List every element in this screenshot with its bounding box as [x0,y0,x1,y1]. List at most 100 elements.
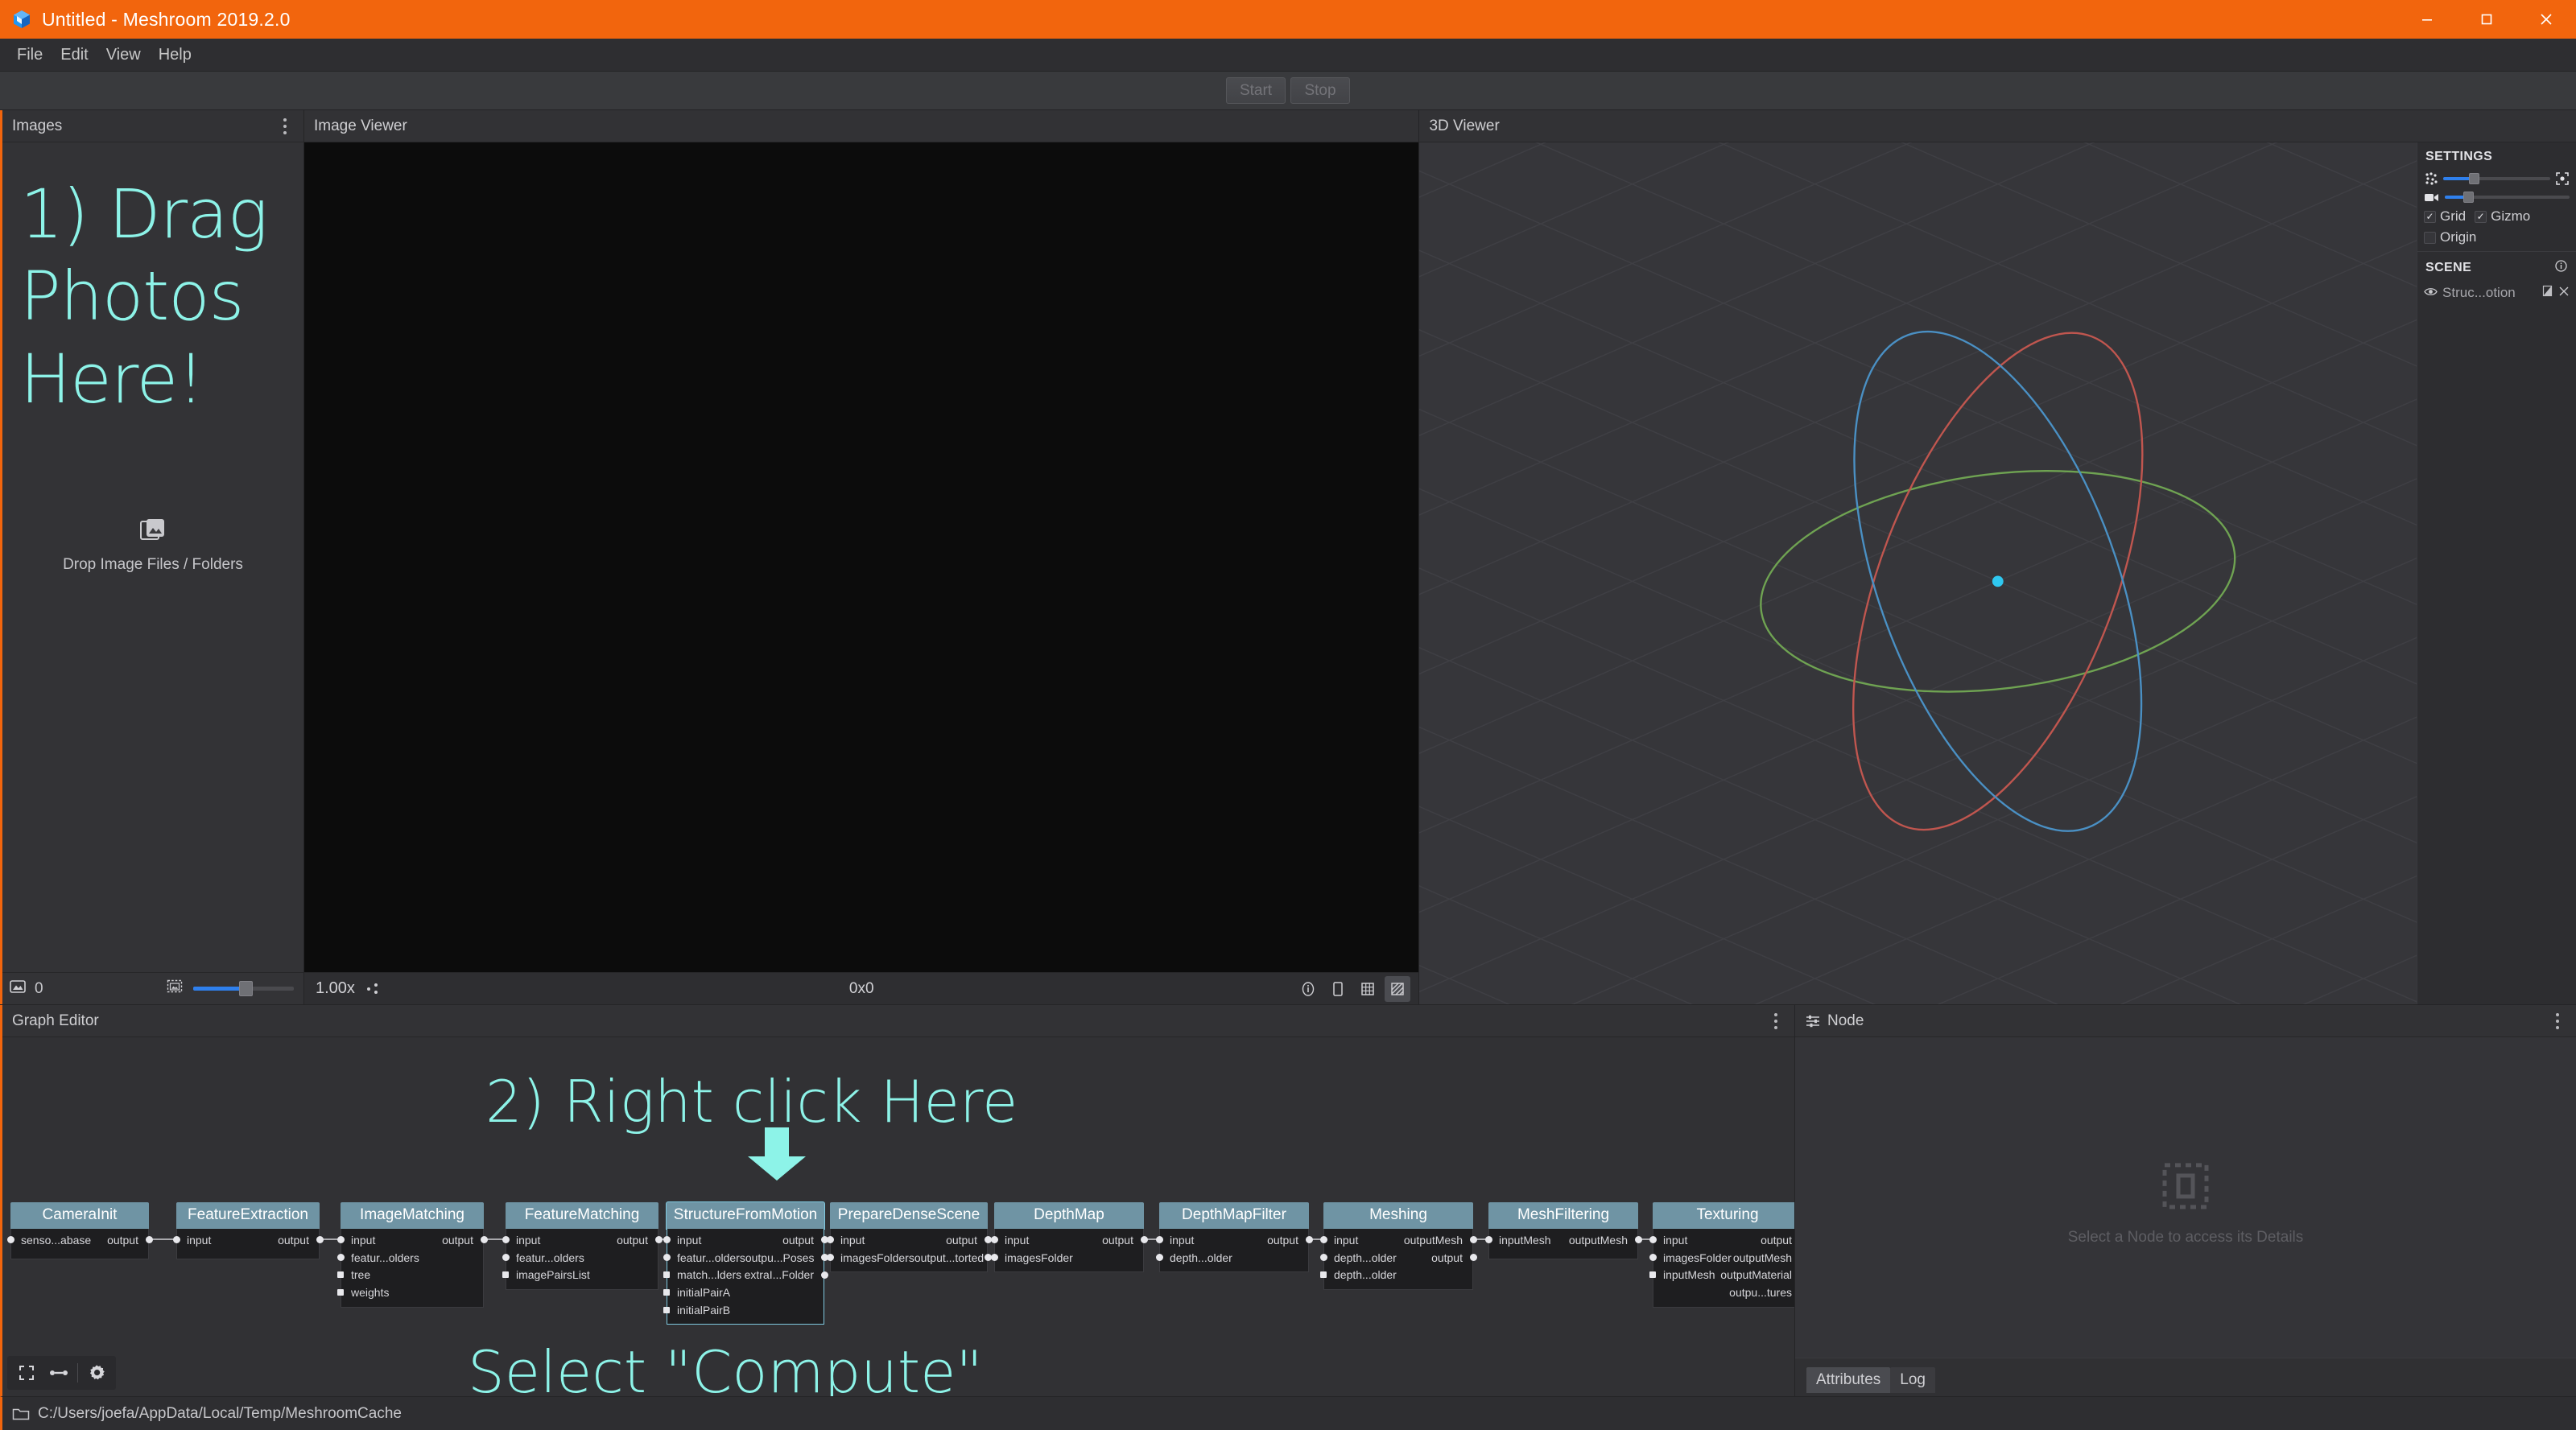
title-bar: Untitled - Meshroom 2019.2.0 [0,0,2576,39]
tab-log[interactable]: Log [1890,1367,1935,1393]
maximize-icon[interactable] [2457,0,2516,39]
camera-size-slider[interactable] [2445,192,2570,203]
eye-icon[interactable] [2424,285,2438,301]
thumbnail-size-slider[interactable] [193,981,294,996]
node-input-port[interactable] [1156,1254,1163,1261]
graph-node-depthmapfilter[interactable]: DepthMapFilter input output depth...older [1159,1202,1309,1273]
scene-item[interactable]: Struc...otion [2417,282,2576,304]
focus-target-icon[interactable] [2555,171,2570,186]
graph-node-meshfiltering[interactable]: MeshFiltering inputMesh outputMesh [1488,1202,1638,1259]
node-input-port[interactable] [827,1254,834,1261]
viewer3d-canvas[interactable]: SETTINGS ✓ Grid ✓ Gizmo Origin SCENE Str… [1419,142,2576,1004]
point-size-slider[interactable] [2443,173,2551,184]
stop-button[interactable]: Stop [1290,77,1350,104]
node-output-port[interactable] [1470,1254,1477,1261]
graph-node-camerainit[interactable]: CameraInit senso...abase output [10,1202,149,1259]
graph-node-depthmap[interactable]: DepthMap input output imagesFolder [994,1202,1144,1273]
points-icon [2424,171,2438,186]
node-input-port[interactable] [1649,1271,1656,1278]
node-input-port[interactable] [1320,1254,1327,1261]
node-output-port[interactable] [1141,1236,1148,1243]
fit-to-view-icon[interactable] [363,980,381,998]
node-attribute-row: featur...olders [506,1250,658,1267]
graph-node-meshing[interactable]: Meshing input outputMesh depth...older outpu… [1323,1202,1473,1291]
node-output-port[interactable] [316,1236,324,1243]
node-input-port[interactable] [1320,1271,1327,1278]
node-panel-body: Select a Node to access its Details [1795,1037,2576,1358]
node-input-port[interactable] [663,1236,671,1243]
node-output-port[interactable] [481,1236,488,1243]
node-input-port[interactable] [663,1289,670,1296]
node-input-port[interactable] [663,1307,670,1313]
node-input-port[interactable] [991,1236,998,1243]
node-input-label: imagePairsList [516,1268,590,1282]
node-input-port[interactable] [1320,1236,1327,1243]
minimize-icon[interactable] [2397,0,2457,39]
tab-attributes[interactable]: Attributes [1806,1367,1891,1393]
images-drop-area[interactable]: 1) Drag Photos Here! Drop Image Files / … [2,142,303,972]
node-output-label: outpu...Poses [745,1251,815,1264]
node-input-port[interactable] [663,1271,670,1278]
more-options-icon[interactable] [276,116,294,137]
menu-edit[interactable]: Edit [52,43,97,68]
graph-node-structurefrommotion[interactable]: StructureFromMotion input output featur...o… [667,1202,824,1325]
node-panel-tabs: Attributes Log [1795,1358,2576,1396]
edge-style-icon[interactable] [43,1358,75,1387]
node-input-port[interactable] [7,1236,14,1243]
graph-node-preparedensescene[interactable]: PrepareDenseScene input output imagesFolder… [830,1202,988,1273]
node-input-port[interactable] [502,1236,510,1243]
image-viewer-canvas[interactable] [304,142,1419,972]
node-output-port[interactable] [146,1236,153,1243]
close-icon[interactable] [2516,0,2576,39]
node-input-port[interactable] [337,1271,344,1278]
node-input-port[interactable] [1649,1236,1657,1243]
node-output-port[interactable] [1306,1236,1313,1243]
graph-node-featurematching[interactable]: FeatureMatching input output featur...older… [506,1202,658,1291]
node-output-port[interactable] [1635,1236,1642,1243]
thumbnail-size-control[interactable] [166,978,294,999]
graph-node-featureextraction[interactable]: FeatureExtraction input output [176,1202,320,1259]
node-input-port[interactable] [663,1254,671,1261]
node-input-port[interactable] [1485,1236,1492,1243]
info-icon[interactable] [1295,976,1321,1002]
node-output-port[interactable] [655,1236,663,1243]
node-input-port[interactable] [337,1289,344,1296]
menu-view[interactable]: View [97,43,150,68]
start-button[interactable]: Start [1226,77,1286,104]
node-input-port[interactable] [991,1254,998,1261]
node-input-port[interactable] [173,1236,180,1243]
node-output-port[interactable] [1470,1236,1477,1243]
node-input-port[interactable] [502,1271,509,1278]
node-output-port[interactable] [821,1271,828,1279]
node-input-port[interactable] [827,1236,834,1243]
gizmo-checkbox[interactable]: ✓ [2475,210,2487,223]
close-icon[interactable] [2558,285,2570,301]
info-icon[interactable] [2554,259,2568,277]
more-options-icon[interactable] [2549,1011,2566,1032]
node-attributes: inputMesh outputMesh [1488,1229,1638,1259]
node-attribute-row: input output [506,1232,658,1250]
node-input-port[interactable] [1156,1236,1163,1243]
graph-node-imagematching[interactable]: ImageMatching input output featur...olders t… [341,1202,484,1308]
node-attribute-row: input output [1653,1232,1794,1250]
menu-help[interactable]: Help [150,43,200,68]
graph-settings-icon[interactable] [80,1358,113,1387]
node-input-port[interactable] [337,1254,345,1261]
graph-node-texturing[interactable]: Texturing input output imagesFolder outputMe… [1653,1202,1794,1308]
thumbnail-size-icon [166,978,185,999]
image-display-icon[interactable] [1325,976,1351,1002]
more-options-icon[interactable] [1767,1011,1785,1032]
fit-graph-icon[interactable] [10,1358,43,1387]
image-placeholder-icon [139,517,167,548]
hatched-alpha-icon[interactable] [1385,975,1411,1002]
origin-checkbox[interactable] [2424,231,2437,244]
grid-display-icon[interactable] [1355,976,1381,1002]
node-output-label: output [442,1234,473,1247]
grid-checkbox[interactable]: ✓ [2424,210,2437,223]
node-input-port[interactable] [337,1236,345,1243]
node-input-port[interactable] [502,1254,510,1261]
shading-icon[interactable] [2541,285,2553,301]
graph-canvas[interactable]: CameraInit senso...abase output FeatureExtr… [2,1037,1794,1396]
menu-file[interactable]: File [8,43,52,68]
node-input-port[interactable] [1649,1254,1657,1261]
